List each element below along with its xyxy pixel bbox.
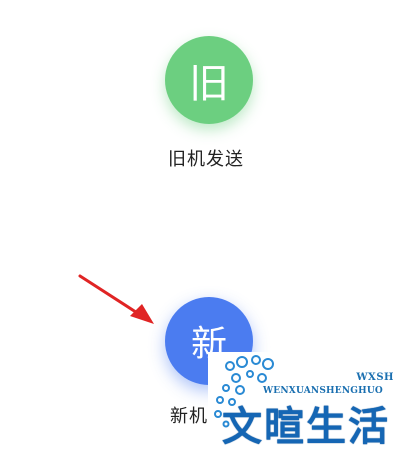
watermark: WXSH WENXUANSHENGHUO 文暄生活 [208, 352, 418, 466]
watermark-title: 文暄生活 [222, 404, 390, 450]
old-device-button[interactable]: 旧 [165, 36, 253, 124]
old-device-label: 旧机发送 [168, 149, 244, 170]
red-arrow-icon [78, 274, 154, 324]
new-device-label: 新机 [170, 406, 208, 427]
old-device-button-text: 旧 [189, 61, 229, 107]
watermark-badge: WXSH [356, 372, 394, 383]
